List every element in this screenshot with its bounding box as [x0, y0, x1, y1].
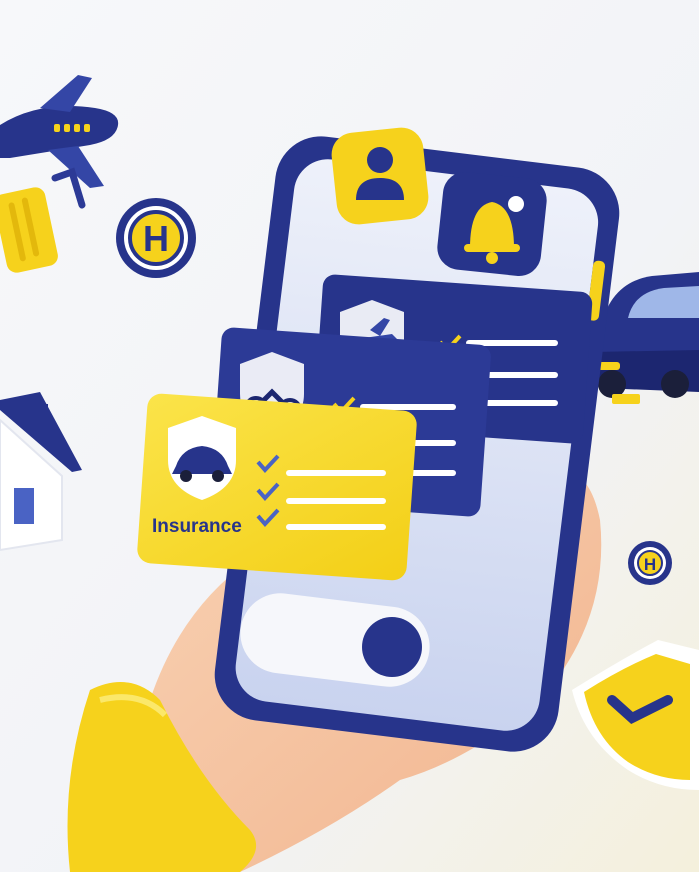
- svg-text:H: H: [143, 218, 169, 259]
- insurance-illustration: H Insurance H: [0, 0, 699, 872]
- policy-card-car: Insurance: [137, 393, 417, 581]
- card-label: Insurance: [152, 516, 242, 537]
- user-app-tile: [331, 127, 429, 225]
- hotel-badge-icon: H: [116, 198, 196, 278]
- svg-text:H: H: [644, 555, 656, 574]
- bell-app-tile: [437, 172, 547, 276]
- hotel-badge-small-icon: H: [628, 541, 672, 585]
